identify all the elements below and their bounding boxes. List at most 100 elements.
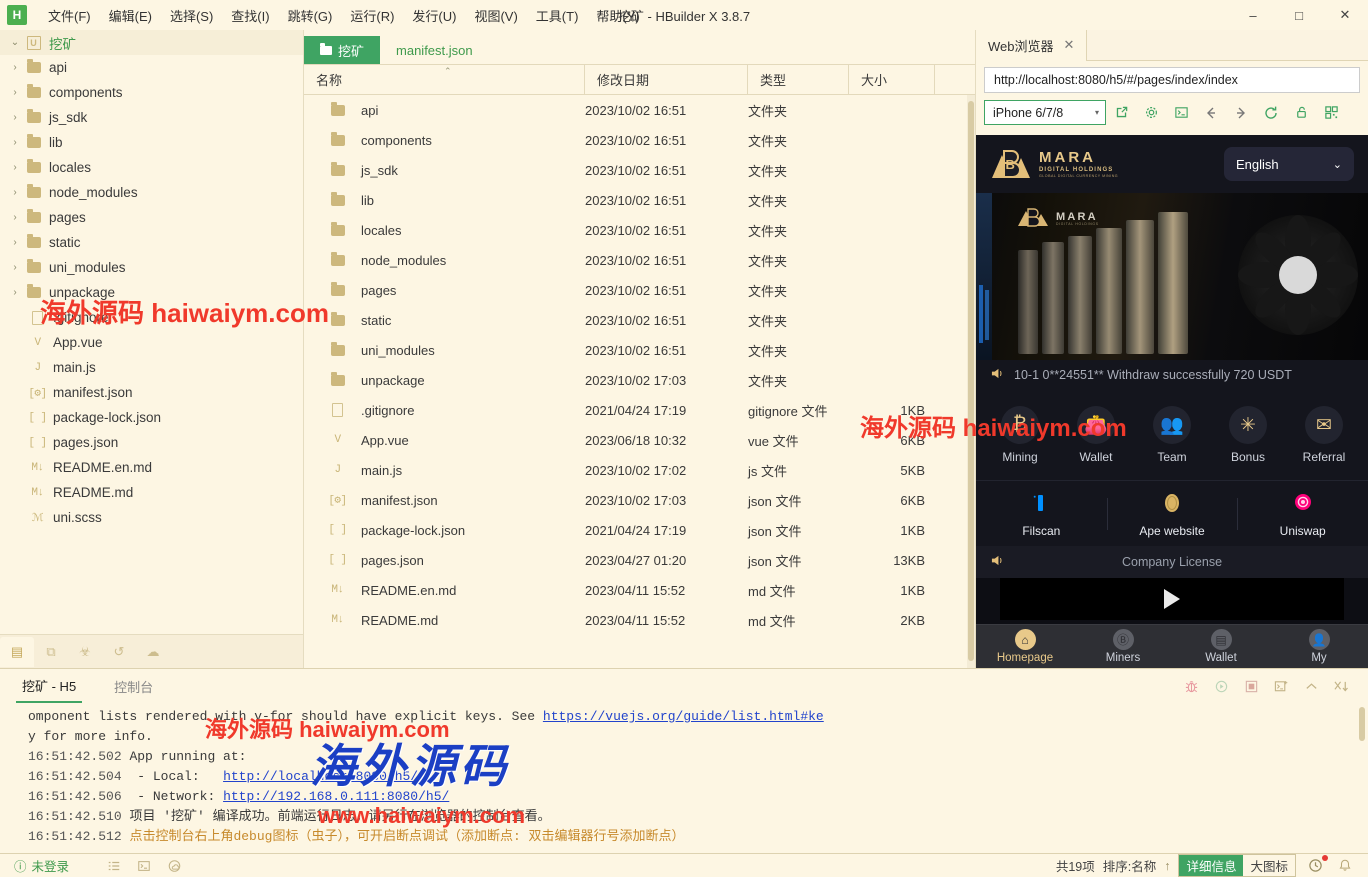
file-list-scrollbar[interactable] [967, 95, 975, 668]
partner-link-uniswap[interactable]: Uniswap [1237, 490, 1368, 538]
console-scrollbar[interactable] [1358, 703, 1366, 853]
tree-item-pages-json[interactable]: [ ] pages.json [0, 430, 303, 455]
qrcode-icon[interactable] [1316, 99, 1346, 127]
open-external-icon[interactable] [1106, 99, 1136, 127]
debug-bug-icon[interactable] [1178, 673, 1204, 699]
video-player[interactable] [1000, 578, 1344, 620]
search-icon[interactable]: ⧉ [34, 637, 68, 667]
tree-item-locales[interactable]: › locales [0, 155, 303, 180]
menu-publish[interactable]: 发行(U) [403, 3, 465, 28]
license-bar[interactable]: Company License [976, 546, 1368, 578]
cloud-icon[interactable] [163, 856, 185, 876]
restart-icon[interactable] [1208, 673, 1234, 699]
settings-gear-icon[interactable] [1136, 99, 1166, 127]
sort-label[interactable]: 排序:名称 [1103, 856, 1156, 875]
chevron-right-icon[interactable]: › [6, 237, 24, 248]
table-row[interactable]: api 2023/10/02 16:51 文件夹 [304, 95, 975, 125]
table-row[interactable]: locales 2023/10/02 16:51 文件夹 [304, 215, 975, 245]
tree-item-manifest-json[interactable]: [⚙] manifest.json [0, 380, 303, 405]
table-row[interactable]: uni_modules 2023/10/02 16:51 文件夹 [304, 335, 975, 365]
bottom-navigation[interactable]: ⌂ Homepage Ⓑ Miners ▤ Wallet 👤 My [976, 624, 1368, 668]
menu-file[interactable]: 文件(F) [39, 3, 100, 28]
forward-arrow-icon[interactable] [1226, 99, 1256, 127]
table-row[interactable]: [ ] package-lock.json 2021/04/24 17:19 json… [304, 515, 975, 545]
tree-item-unpackage[interactable]: › unpackage [0, 280, 303, 305]
clear-icon[interactable] [1328, 673, 1354, 699]
scrollbar-thumb[interactable] [968, 101, 974, 661]
outline-icon[interactable] [103, 856, 125, 876]
table-row[interactable]: V App.vue 2023/06/18 10:32 vue 文件 6KB [304, 425, 975, 455]
console-link[interactable]: http://192.168.0.111:8080/h5/ [223, 789, 449, 804]
tab-web-browser[interactable]: Web浏览器 ✕ [976, 29, 1088, 61]
view-mode-detail[interactable]: 详细信息 [1179, 855, 1244, 876]
preview-menu-bonus[interactable]: ✳ Bonus [1217, 406, 1279, 464]
tree-root-project[interactable]: ⌄ U 挖矿 [0, 30, 303, 55]
bottom-nav-miners[interactable]: Ⓑ Miners [1074, 629, 1172, 664]
tree-item-node-modules[interactable]: › node_modules [0, 180, 303, 205]
collapse-icon[interactable] [1298, 673, 1324, 699]
table-row[interactable]: lib 2023/10/02 16:51 文件夹 [304, 185, 975, 215]
project-manager-icon[interactable]: ▤ [0, 636, 34, 667]
tree-item-lib[interactable]: › lib [0, 130, 303, 155]
tree-item-components[interactable]: › components [0, 80, 303, 105]
preview-menu-referral[interactable]: ✉ Referral [1293, 406, 1355, 464]
close-icon[interactable]: ✕ [1064, 37, 1075, 53]
console-output[interactable]: omponent lists rendered with v-for shoul… [0, 703, 1368, 853]
chevron-right-icon[interactable]: › [6, 212, 24, 223]
tree-item-package-lock-json[interactable]: [ ] package-lock.json [0, 405, 303, 430]
table-row[interactable]: unpackage 2023/10/02 17:03 文件夹 [304, 365, 975, 395]
partner-link-filscan[interactable]: Filscan [976, 490, 1107, 538]
column-header-type[interactable]: 类型 [748, 64, 849, 95]
table-row[interactable]: M↓ README.en.md 2023/04/11 15:52 md 文件 1KB [304, 575, 975, 605]
table-row[interactable]: static 2023/10/02 16:51 文件夹 [304, 305, 975, 335]
tab-manifest-json[interactable]: manifest.json [380, 36, 489, 64]
tree-item-main-js[interactable]: Jmain.js [0, 355, 303, 380]
tree-item-readme-en-md[interactable]: M↓ README.en.md [0, 455, 303, 480]
partner-link-ape-website[interactable]: Ape website [1106, 490, 1238, 538]
new-terminal-icon[interactable] [1268, 673, 1294, 699]
terminal-icon[interactable] [133, 856, 155, 876]
tree-item-app-vue[interactable]: V App.vue [0, 330, 303, 355]
chevron-right-icon[interactable]: › [6, 162, 24, 173]
chevron-right-icon[interactable]: › [6, 262, 24, 273]
tab-project-folder[interactable]: 挖矿 [304, 36, 381, 64]
column-header-size[interactable]: 大小 [849, 64, 935, 95]
stop-icon[interactable] [1238, 673, 1264, 699]
table-row[interactable]: Jmain.js 2023/10/02 17:02 js 文件 5KB [304, 455, 975, 485]
cloud-icon[interactable]: ☁ [136, 637, 170, 667]
reload-icon[interactable] [1256, 99, 1286, 127]
tree-item-uni-scss[interactable]: ℳuni.scss [0, 505, 303, 530]
debug-icon[interactable]: ☣ [68, 637, 102, 667]
sort-ascending-icon[interactable]: ↑ [1164, 859, 1170, 873]
menu-run[interactable]: 运行(R) [341, 3, 403, 28]
url-input[interactable]: http://localhost:8080/h5/#/pages/index/i… [984, 67, 1360, 93]
table-row[interactable]: node_modules 2023/10/02 16:51 文件夹 [304, 245, 975, 275]
menu-view[interactable]: 视图(V) [465, 3, 526, 28]
table-row[interactable]: M↓ README.md 2023/04/11 15:52 md 文件 2KB [304, 605, 975, 635]
history-clock-icon[interactable] [1304, 854, 1328, 876]
close-button[interactable]: ✕ [1322, 0, 1368, 30]
console-icon[interactable] [1166, 99, 1196, 127]
preview-menu-wallet[interactable]: 👛 Wallet [1065, 406, 1127, 464]
preview-menu-team[interactable]: 👥 Team [1141, 406, 1203, 464]
tree-item-pages[interactable]: › pages [0, 205, 303, 230]
preview-menu-grid[interactable]: ₿ Mining 👛 Wallet 👥 Team ✳ Bonus ✉ Referral [976, 390, 1368, 480]
table-row[interactable]: [ ] pages.json 2023/04/27 01:20 json 文件 13KB [304, 545, 975, 575]
chevron-right-icon[interactable]: › [6, 287, 24, 298]
maximize-button[interactable]: □ [1276, 0, 1322, 30]
tree-item-static[interactable]: › static [0, 230, 303, 255]
chevron-right-icon[interactable]: › [6, 62, 24, 73]
preview-menu-mining[interactable]: ₿ Mining [989, 406, 1051, 464]
column-header-name[interactable]: 名称 ⌃ [304, 64, 585, 95]
partner-links[interactable]: Filscan Ape website Uniswap [976, 480, 1368, 546]
table-row[interactable]: [⚙] manifest.json 2023/10/02 17:03 json 文件 6… [304, 485, 975, 515]
chevron-right-icon[interactable]: › [6, 187, 24, 198]
menu-select[interactable]: 选择(S) [161, 3, 222, 28]
table-row[interactable]: components 2023/10/02 16:51 文件夹 [304, 125, 975, 155]
tree-item-api[interactable]: › api [0, 55, 303, 80]
lock-open-icon[interactable] [1286, 99, 1316, 127]
menu-tools[interactable]: 工具(T) [527, 3, 588, 28]
tree-item--gitignore[interactable]: .gitignore [0, 305, 303, 330]
tab-h5-run[interactable]: 挖矿 - H5 [16, 669, 83, 703]
chevron-right-icon[interactable]: › [6, 87, 24, 98]
